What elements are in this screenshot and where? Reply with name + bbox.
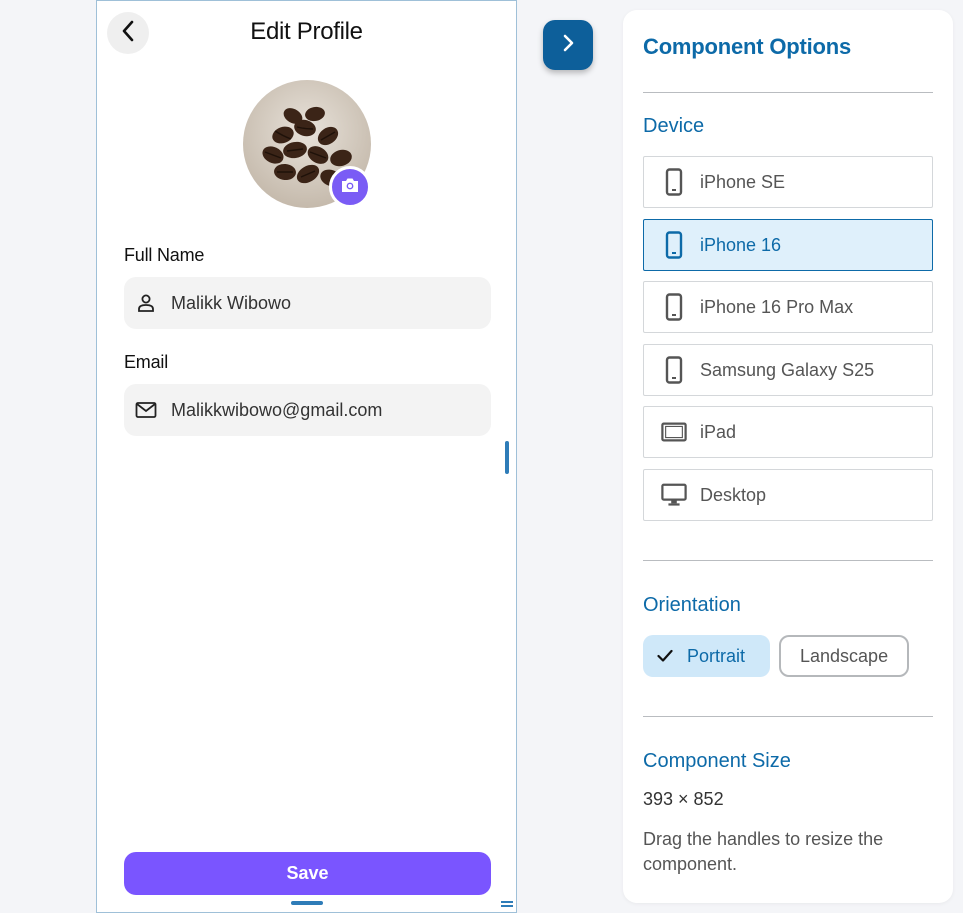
device-label: Desktop bbox=[700, 484, 767, 505]
device-option-desktop[interactable]: Desktop bbox=[643, 469, 933, 521]
device-label: iPad bbox=[700, 421, 737, 442]
panel-title: Component Options bbox=[643, 34, 852, 59]
camera-icon bbox=[340, 176, 360, 199]
divider bbox=[643, 92, 933, 93]
email-label: Email bbox=[124, 352, 169, 372]
device-label: iPhone SE bbox=[700, 171, 786, 192]
device-label: iPhone 16 bbox=[700, 234, 782, 255]
resize-handle-corner[interactable] bbox=[501, 901, 513, 907]
component-options-panel: Component Options Device iPhone SE iPhon… bbox=[623, 10, 953, 903]
person-icon bbox=[135, 292, 157, 314]
page-title: Edit Profile bbox=[250, 18, 363, 45]
full-name-value: Malikk Wibowo bbox=[171, 292, 292, 313]
size-section-title: Component Size bbox=[643, 750, 791, 772]
device-option-iphone-16-pro-max[interactable]: iPhone 16 Pro Max bbox=[643, 281, 933, 333]
tablet-icon bbox=[661, 417, 687, 447]
resize-handle-bottom[interactable] bbox=[291, 901, 323, 905]
device-option-iphone-16[interactable]: iPhone 16 bbox=[643, 219, 933, 271]
full-name-field[interactable]: Malikk Wibowo bbox=[124, 277, 491, 329]
orientation-section-title: Orientation bbox=[643, 594, 741, 616]
phone-icon bbox=[661, 355, 687, 385]
component-size-value: 393 × 852 bbox=[643, 789, 724, 809]
save-button[interactable]: Save bbox=[124, 852, 491, 895]
orientation-portrait-label: Portrait bbox=[687, 645, 746, 666]
device-label: Samsung Galaxy S25 bbox=[700, 359, 875, 380]
phone-icon bbox=[661, 292, 687, 322]
resize-hint: Drag the handles to resize the component… bbox=[643, 829, 884, 874]
divider bbox=[643, 716, 933, 717]
avatar-container bbox=[243, 80, 371, 208]
toggle-panel-button[interactable] bbox=[543, 20, 593, 70]
full-name-label: Full Name bbox=[124, 245, 205, 265]
mail-icon bbox=[135, 399, 157, 421]
change-photo-button[interactable] bbox=[329, 166, 371, 208]
email-value: Malikkwibowo@gmail.com bbox=[171, 399, 383, 420]
device-section-title: Device bbox=[643, 115, 705, 137]
orientation-landscape-label: Landscape bbox=[800, 645, 889, 666]
phone-icon bbox=[661, 230, 687, 260]
check-icon bbox=[657, 649, 673, 663]
divider bbox=[643, 560, 933, 561]
phone-icon bbox=[661, 167, 687, 197]
desktop-icon bbox=[661, 480, 687, 510]
phone-preview: Edit Profile Full Name Malikk Wibowo Ema… bbox=[96, 0, 517, 913]
device-option-samsung-galaxy-s25[interactable]: Samsung Galaxy S25 bbox=[643, 344, 933, 396]
device-option-iphone-se[interactable]: iPhone SE bbox=[643, 156, 933, 208]
email-field[interactable]: Malikkwibowo@gmail.com bbox=[124, 384, 491, 436]
orientation-portrait-button[interactable]: Portrait bbox=[643, 635, 770, 677]
chevron-right-icon bbox=[562, 34, 574, 57]
scroll-indicator[interactable] bbox=[505, 441, 509, 474]
orientation-landscape-button[interactable]: Landscape bbox=[779, 635, 909, 677]
device-option-ipad[interactable]: iPad bbox=[643, 406, 933, 458]
device-label: iPhone 16 Pro Max bbox=[700, 296, 854, 317]
